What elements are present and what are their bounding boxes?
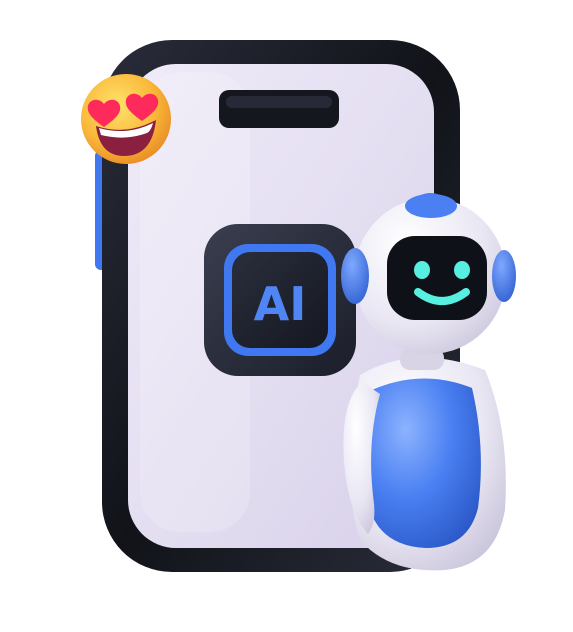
- robot-belly: [365, 378, 481, 548]
- heart-eyes-emoji-icon: [81, 74, 171, 164]
- ai-chip-icon: AI: [204, 224, 356, 376]
- ai-phone-illustration: AI: [81, 40, 516, 572]
- robot-face-screen: [387, 236, 487, 320]
- robot-mascot-icon: [341, 193, 516, 571]
- phone-notch: [219, 90, 339, 128]
- robot-ear-left: [341, 248, 369, 304]
- robot-eye-left: [414, 261, 430, 279]
- robot-eye-right: [454, 261, 470, 279]
- ai-chip-label: AI: [254, 277, 307, 331]
- robot-ear-right: [492, 250, 516, 302]
